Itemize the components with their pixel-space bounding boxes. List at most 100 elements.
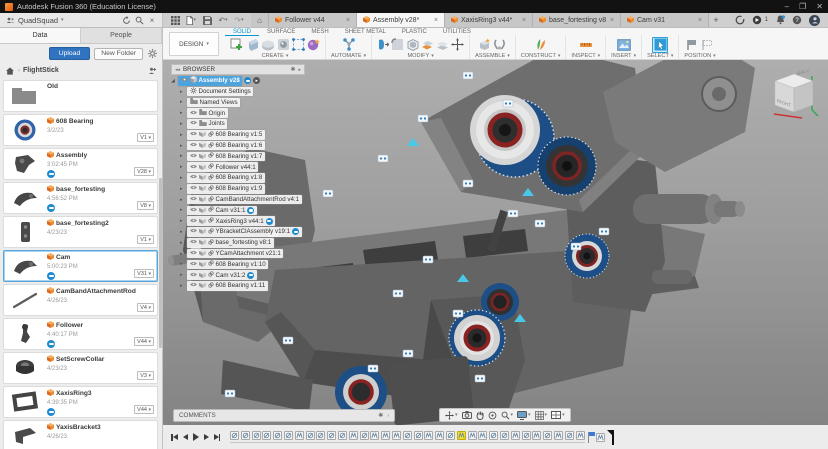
notifications-bell-icon[interactable] <box>775 15 785 25</box>
env-tab-sheet-metal[interactable]: SHEET METAL <box>337 28 394 36</box>
timeline-marker-joint[interactable] <box>273 431 282 440</box>
version-dropdown[interactable]: V4 ▾ <box>137 303 154 312</box>
browser-component-item[interactable]: XaxisRing3 v44:1 <box>187 216 275 226</box>
file-card[interactable]: base_fortesting24/23/23V1 ▾ <box>3 216 158 248</box>
share-icon[interactable] <box>147 66 157 76</box>
create-sketch-icon[interactable] <box>230 38 244 51</box>
env-tab-solid[interactable]: SOLID <box>225 28 259 36</box>
expand-arrow-icon[interactable]: ▸ <box>180 121 185 127</box>
assemble-menu[interactable]: ASSEMBLE▾ <box>475 53 510 59</box>
inspect-menu[interactable]: INSPECT▾ <box>571 53 600 59</box>
modify-menu[interactable]: MODIFY▾ <box>407 53 433 59</box>
timeline-marker-motion[interactable] <box>424 431 433 440</box>
expand-arrow-icon[interactable]: ▸ <box>180 186 185 192</box>
env-tab-surface[interactable]: SURFACE <box>259 28 303 36</box>
extensions-icon[interactable] <box>735 15 745 25</box>
version-dropdown[interactable]: V28 ▾ <box>134 167 154 176</box>
upload-button[interactable]: Upload <box>49 47 91 60</box>
browser-component-item[interactable]: 608 Bearing v1:8 <box>187 173 265 183</box>
close-tab-icon[interactable]: × <box>434 17 438 24</box>
browser-expand-icon[interactable]: ▸ <box>298 67 301 73</box>
eye-icon[interactable] <box>190 218 197 225</box>
browser-header[interactable]: ◂◂ BROWSER ✱ ▸ <box>171 64 305 75</box>
maximize-button[interactable]: ❐ <box>799 0 806 13</box>
revolve-icon[interactable] <box>261 39 275 51</box>
close-tab-icon[interactable]: × <box>522 17 526 24</box>
eye-icon[interactable] <box>190 207 197 214</box>
look-at-icon[interactable] <box>462 411 472 419</box>
expand-arrow-icon[interactable]: ▸ <box>180 197 185 203</box>
browser-root-item[interactable]: Assembly v28 <box>178 76 242 86</box>
create-menu[interactable]: CREATE▾ <box>262 53 289 59</box>
collapse-icon[interactable]: ◂◂ <box>175 67 180 73</box>
timeline-marker-joint[interactable] <box>230 431 239 440</box>
browser-component-item[interactable]: CamBandAttachmentRod v4:1 <box>187 195 302 205</box>
eye-icon[interactable] <box>190 164 197 171</box>
timeline-marker-motion[interactable] <box>554 431 563 440</box>
viewports-icon[interactable]: ▾ <box>551 411 565 419</box>
browser-component-item[interactable]: YCamAttachment v21:1 <box>187 249 283 259</box>
timeline-marker-joint[interactable] <box>360 431 369 440</box>
expand-arrow-icon[interactable]: ▸ <box>180 229 185 235</box>
browser-component-item[interactable]: Follower v44:1 <box>187 162 258 172</box>
expand-arrow-icon[interactable]: ▸ <box>180 110 185 116</box>
eye-icon[interactable] <box>190 282 197 289</box>
minimize-button[interactable]: – <box>785 0 789 13</box>
automate-icon[interactable] <box>342 38 356 51</box>
timeline-last-marker[interactable] <box>596 433 605 442</box>
close-button[interactable]: ✕ <box>816 0 823 13</box>
view-cube[interactable]: RIGHT BACK <box>768 70 820 127</box>
timeline-marker-joint[interactable] <box>522 431 531 440</box>
timeline-marker-joint[interactable] <box>489 431 498 440</box>
timeline-marker-joint[interactable] <box>241 431 250 440</box>
file-card[interactable]: Follower4:40:17 PMV44 ▾ <box>3 318 158 350</box>
timeline-marker-joint[interactable] <box>252 431 261 440</box>
timeline-marker-joint[interactable] <box>565 431 574 440</box>
display-settings-icon[interactable]: ▾ <box>517 411 531 420</box>
timeline-marker-motion[interactable] <box>478 431 487 440</box>
browser-folder-item[interactable]: Document Settings <box>187 87 253 97</box>
file-card[interactable]: 608 Bearing3/2/23V1 ▾ <box>3 114 158 146</box>
tab-data[interactable]: Data <box>0 28 81 43</box>
undo-icon[interactable]: ↶▾ <box>218 15 228 25</box>
browser-component-item[interactable]: 608 Bearing v1:5 <box>187 130 265 140</box>
timeline-marker-joint[interactable] <box>403 431 412 440</box>
pan-icon[interactable]: ▾ <box>445 411 458 420</box>
tab-people[interactable]: People <box>81 28 162 43</box>
hand-pan-icon[interactable] <box>476 411 484 420</box>
comments-expand-icon[interactable]: › <box>387 413 389 419</box>
version-dropdown[interactable]: V1 ▾ <box>137 133 154 142</box>
document-tab[interactable]: Cam v31× <box>621 13 709 27</box>
file-card[interactable]: SetScrewCollar4/23/23V3 ▾ <box>3 352 158 384</box>
construct-plane-icon[interactable] <box>534 38 547 51</box>
expand-arrow-icon[interactable]: ▸ <box>180 283 185 289</box>
env-tab-mesh[interactable]: MESH <box>303 28 336 36</box>
pattern-icon[interactable] <box>292 38 305 51</box>
refresh-icon[interactable] <box>121 15 131 25</box>
timeline-marker-joint[interactable] <box>316 431 325 440</box>
env-tab-utilities[interactable]: UTILITIES <box>435 28 479 36</box>
select-menu[interactable]: SELECT▾ <box>647 53 673 59</box>
help-icon[interactable]: ? <box>792 15 802 25</box>
team-name[interactable]: QuadSquad <box>18 16 58 25</box>
zoom-icon[interactable]: ▾ <box>501 411 514 420</box>
expand-arrow-icon[interactable]: ▸ <box>180 272 185 278</box>
expand-arrow-icon[interactable]: ▸ <box>180 89 185 95</box>
home-breadcrumb-icon[interactable] <box>5 66 15 76</box>
eye-icon[interactable] <box>190 120 197 127</box>
grid-snaps-icon[interactable]: ▾ <box>535 411 548 420</box>
automate-menu[interactable]: AUTOMATE▾ <box>331 53 366 59</box>
hole-icon[interactable] <box>277 38 290 51</box>
comments-gear-icon[interactable]: ✱ <box>378 412 383 419</box>
save-icon[interactable] <box>202 15 212 25</box>
orbit-icon[interactable] <box>488 411 497 420</box>
viewcube-back-face[interactable]: BACK <box>797 70 810 77</box>
fillet-icon[interactable] <box>391 38 404 51</box>
eye-icon[interactable] <box>190 131 197 138</box>
expand-arrow-icon[interactable]: ▸ <box>180 218 185 224</box>
timeline-marker-motion[interactable] <box>435 431 444 440</box>
browser-component-item[interactable]: Cam v31:1 <box>187 206 257 216</box>
timeline-marker-motion[interactable] <box>295 431 304 440</box>
close-panel-icon[interactable]: × <box>147 15 157 25</box>
measure-icon[interactable] <box>579 39 593 51</box>
